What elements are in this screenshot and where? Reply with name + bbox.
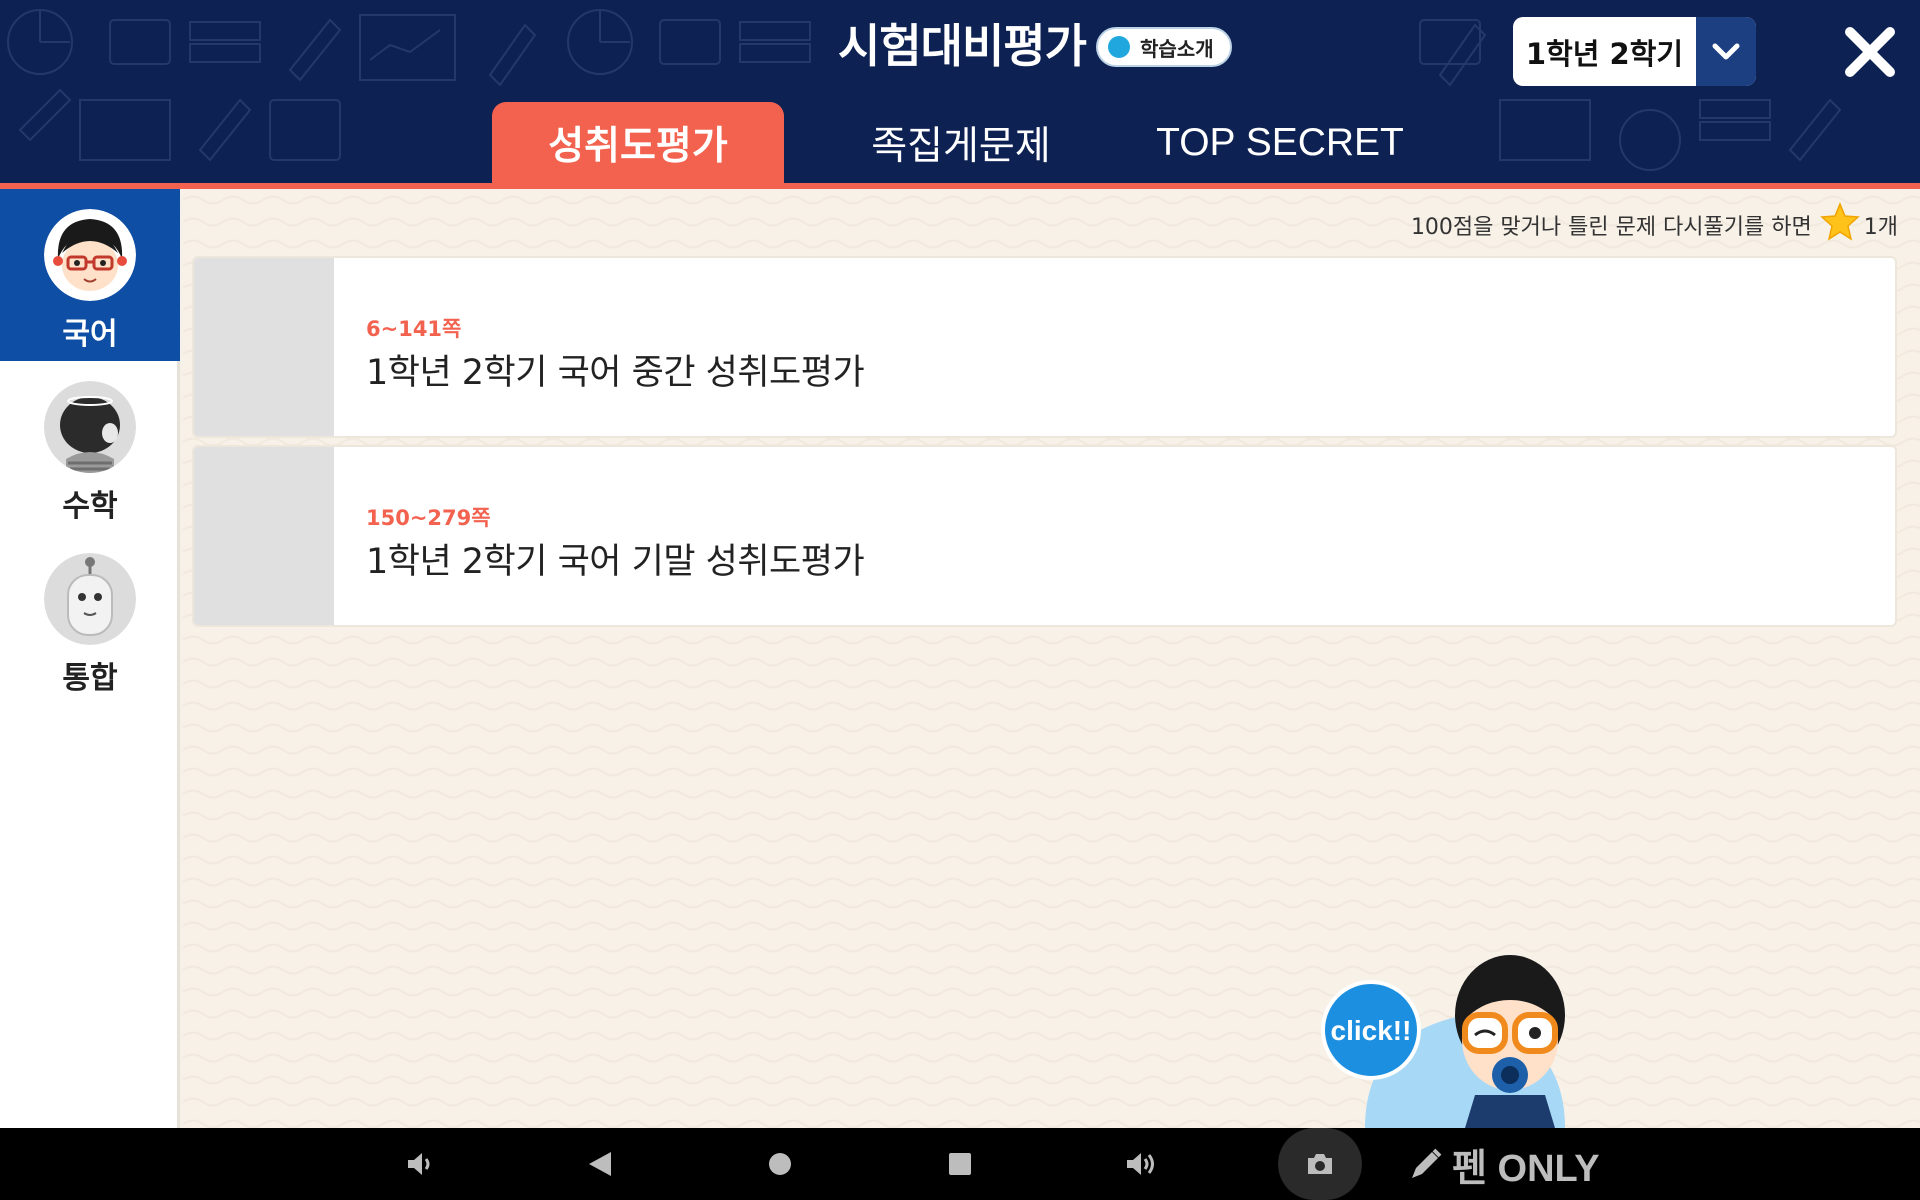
- volume-up-icon[interactable]: [1120, 1128, 1160, 1200]
- star-icon: [1819, 202, 1860, 248]
- reward-count: 1개: [1863, 215, 1898, 240]
- pen-only-label: 펜 ONLY: [1452, 1147, 1600, 1190]
- sidebar-item-label: 통합: [62, 661, 118, 696]
- semester-dropdown[interactable]: 1학년 2학기: [1513, 17, 1756, 86]
- main-content: 100점을 맞거나 틀린 문제 다시풀기를 하면 1개 6~141쪽 1학년 2…: [183, 189, 1920, 1128]
- home-icon[interactable]: [760, 1128, 800, 1200]
- volume-down-icon[interactable]: [400, 1128, 440, 1200]
- system-nav-bar: 펜 ONLY: [0, 1128, 1920, 1200]
- camera-icon[interactable]: [1278, 1128, 1362, 1200]
- back-icon[interactable]: [580, 1128, 620, 1200]
- mascot-click-button[interactable]: click!!: [1315, 945, 1625, 1128]
- card-thumbnail: [194, 258, 334, 436]
- recents-icon[interactable]: [940, 1128, 980, 1200]
- sidebar-item-label: 수학: [62, 489, 118, 524]
- card-title: 1학년 2학기 국어 중간 성취도평가: [366, 353, 865, 393]
- chevron-down-icon[interactable]: [1696, 17, 1756, 86]
- pencil-icon: [1408, 1146, 1444, 1182]
- math-character-icon: [44, 381, 136, 473]
- tab-top-secret[interactable]: TOP SECRET: [1150, 102, 1410, 183]
- tab-achievement[interactable]: 성취도평가: [492, 102, 784, 183]
- exam-card-midterm[interactable]: 6~141쪽 1학년 2학기 국어 중간 성취도평가: [192, 256, 1897, 438]
- close-icon[interactable]: [1842, 24, 1898, 80]
- reward-note: 100점을 맞거나 틀린 문제 다시풀기를 하면 1개: [1410, 202, 1898, 248]
- card-thumbnail: [194, 447, 334, 625]
- page-title: 시험대비평가: [838, 19, 1087, 73]
- pen-only-toggle[interactable]: 펜 ONLY: [1408, 1128, 1600, 1200]
- korean-character-icon: [44, 209, 136, 301]
- sidebar-item-korean[interactable]: 국어: [0, 189, 180, 361]
- card-page-range: 6~141쪽: [366, 317, 462, 341]
- subject-sidebar: 국어 수학 통합: [0, 189, 180, 1128]
- semester-label: 1학년 2학기: [1525, 36, 1684, 71]
- robot-character-icon: [44, 553, 136, 645]
- intro-label: 학습소개: [1140, 36, 1214, 61]
- exam-card-final[interactable]: 150~279쪽 1학년 2학기 국어 기말 성취도평가: [192, 445, 1897, 627]
- sidebar-item-integrated[interactable]: 통합: [0, 533, 180, 705]
- card-page-range: 150~279쪽: [366, 506, 491, 530]
- sidebar-item-label: 국어: [62, 317, 118, 352]
- intro-button[interactable]: 학습소개: [1096, 27, 1232, 67]
- dot-icon: [1108, 36, 1130, 58]
- reward-note-text: 100점을 맞거나 틀린 문제 다시풀기를 하면: [1410, 215, 1812, 240]
- sidebar-item-math[interactable]: 수학: [0, 361, 180, 533]
- header: 시험대비평가 학습소개 1학년 2학기 성취도평가 족집게문제 TOP SECR…: [0, 0, 1920, 183]
- tab-key-problems[interactable]: 족집게문제: [850, 102, 1072, 183]
- mascot-label: click!!: [1331, 1015, 1412, 1046]
- card-title: 1학년 2학기 국어 기말 성취도평가: [366, 542, 865, 582]
